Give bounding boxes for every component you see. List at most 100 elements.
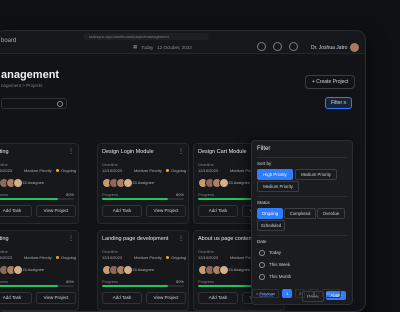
add-task-button[interactable]: Add Task: [102, 292, 142, 304]
radio-icon: [259, 274, 265, 280]
deadline-label: Deadline: [198, 249, 214, 254]
add-task-button[interactable]: Add Task: [102, 205, 142, 217]
search-input[interactable]: [1, 98, 67, 109]
deadline-label: Deadline: [102, 162, 118, 167]
progress-value: 80%: [65, 279, 74, 284]
calendar-icon: ▦: [133, 44, 138, 49]
prev-page-button[interactable]: < Previous: [252, 289, 280, 298]
progress-label: Progress: [102, 279, 119, 284]
date-label: Date: [257, 239, 267, 244]
status-scheduled[interactable]: Scheduled: [257, 220, 285, 231]
assignee-count: +15 Assignee: [20, 267, 45, 272]
bell-icon[interactable]: [257, 42, 266, 51]
status-text: Ongoing: [61, 168, 77, 173]
progress-fill: [102, 198, 168, 200]
status-text: Ongoing: [61, 255, 77, 260]
filter-icon: ≡: [343, 100, 347, 106]
next-page-button[interactable]: Next >: [321, 289, 342, 298]
brand-name: board: [1, 38, 17, 44]
divider: [257, 235, 347, 236]
assignee-count: +15 Assignee: [130, 180, 155, 185]
status-badge: Ongoing: [56, 168, 76, 173]
page-title: anagement: [1, 69, 60, 81]
priority-badge: Medium Priority: [24, 168, 52, 173]
assignee-count: +15 Assignee: [130, 267, 155, 272]
user-menu[interactable]: Dr. Joshua Jatro: [311, 43, 360, 52]
page-1-button[interactable]: 1: [282, 289, 293, 298]
assignee-count: +15 Assignee: [226, 180, 251, 185]
view-project-button[interactable]: View Project: [146, 292, 186, 304]
assignee-avatars: [102, 265, 133, 275]
filter-label: Filter: [331, 100, 343, 106]
project-card[interactable]: Landing page development ⋮ Deadline 12/10/2…: [97, 230, 189, 311]
page-3-button[interactable]: 3: [308, 289, 319, 298]
progress-fill: [0, 285, 58, 287]
date-week-option[interactable]: This Week: [257, 260, 353, 269]
more-options-icon[interactable]: ⋮: [68, 148, 74, 155]
settings-icon[interactable]: [273, 42, 282, 51]
sort-medium-priority-2[interactable]: Medium Priority: [257, 181, 299, 192]
breadcrumb: nagement > Projects: [1, 83, 43, 88]
add-task-button[interactable]: Add Task: [198, 205, 238, 217]
deadline-date: 12/10/2023: [102, 255, 123, 260]
date-today-option[interactable]: Today: [257, 248, 353, 257]
avatar: [350, 43, 360, 52]
project-card[interactable]: rketing ⋮ Deadline12/10/2023 Medium Priorit…: [0, 230, 79, 311]
add-task-button[interactable]: Add Task: [198, 292, 238, 304]
status-label: Status: [257, 200, 270, 205]
progress-label: Progress: [198, 279, 215, 284]
more-options-icon[interactable]: ⋮: [178, 148, 184, 155]
status-completed[interactable]: Completed: [284, 208, 316, 219]
assignee-avatars: [0, 178, 23, 188]
status-dot-icon: [166, 256, 169, 259]
address-bar[interactable]: tasksync.app/dashboard/projectmanagement: [83, 33, 209, 40]
priority-badge: Medium Priority: [134, 168, 162, 173]
project-title: Design Cart Module: [198, 149, 247, 155]
deadline-label: Deadline: [0, 162, 8, 167]
more-options-icon[interactable]: ⋮: [68, 235, 74, 242]
project-card[interactable]: Design Login Module ⋮ Deadline 12/10/2023 Me…: [97, 143, 189, 224]
progress-value: 80%: [175, 279, 184, 284]
create-project-button[interactable]: + Create Project: [305, 75, 356, 89]
view-project-button[interactable]: View Project: [146, 205, 186, 217]
current-date: 12 October, 2023: [157, 44, 192, 50]
assignee-avatars: [102, 178, 133, 188]
deadline-date: 12/10/2023: [0, 255, 13, 260]
deadline-label: Deadline: [0, 249, 8, 254]
status-overdue[interactable]: Overdue: [317, 208, 345, 219]
view-project-button[interactable]: View Project: [36, 205, 76, 217]
help-icon[interactable]: [289, 42, 298, 51]
status-ongoing[interactable]: Ongoing: [257, 208, 283, 219]
progress-bar: [102, 198, 184, 200]
status-dot-icon: [56, 169, 59, 172]
assignee-avatars: [198, 265, 229, 275]
deadline-label: Deadline: [102, 249, 118, 254]
date-display: ▦ Today 12 October, 2023: [133, 44, 192, 50]
add-task-button[interactable]: Add Task: [0, 205, 32, 217]
sort-medium-priority[interactable]: Medium Priority: [295, 169, 337, 180]
assignee-avatars: [0, 265, 23, 275]
progress-label: Progress: [0, 279, 9, 284]
status-badge: Ongoing: [166, 255, 186, 260]
deadline-date: 12/10/2023: [198, 168, 219, 173]
view-project-button[interactable]: View Project: [36, 292, 76, 304]
date-week-label: This Week: [269, 262, 291, 267]
add-task-button[interactable]: Add Task: [0, 292, 32, 304]
today-label: Today: [141, 44, 154, 50]
radio-icon: [259, 250, 265, 256]
sort-high-priority[interactable]: High Priority: [257, 169, 293, 180]
filter-button[interactable]: Filter ≡: [325, 97, 353, 109]
page-2-button[interactable]: 2: [295, 289, 306, 298]
progress-label: Progress: [198, 192, 215, 197]
more-options-icon[interactable]: ⋮: [178, 235, 184, 242]
project-card[interactable]: rketing ⋮ Deadline12/10/2023 Medium Priorit…: [0, 143, 79, 224]
top-bar: board tasksync.app/dashboard/projectmana…: [0, 31, 365, 54]
date-month-option[interactable]: This Month: [257, 272, 353, 281]
status-text: Ongoing: [171, 168, 187, 173]
progress-bar: [0, 285, 74, 287]
status-badge: Ongoing: [56, 255, 76, 260]
deadline-date: 12/10/2023: [102, 168, 123, 173]
user-name: Dr. Joshua Jatro: [311, 44, 348, 51]
status-dot-icon: [166, 169, 169, 172]
filter-title: Filter: [257, 146, 271, 152]
